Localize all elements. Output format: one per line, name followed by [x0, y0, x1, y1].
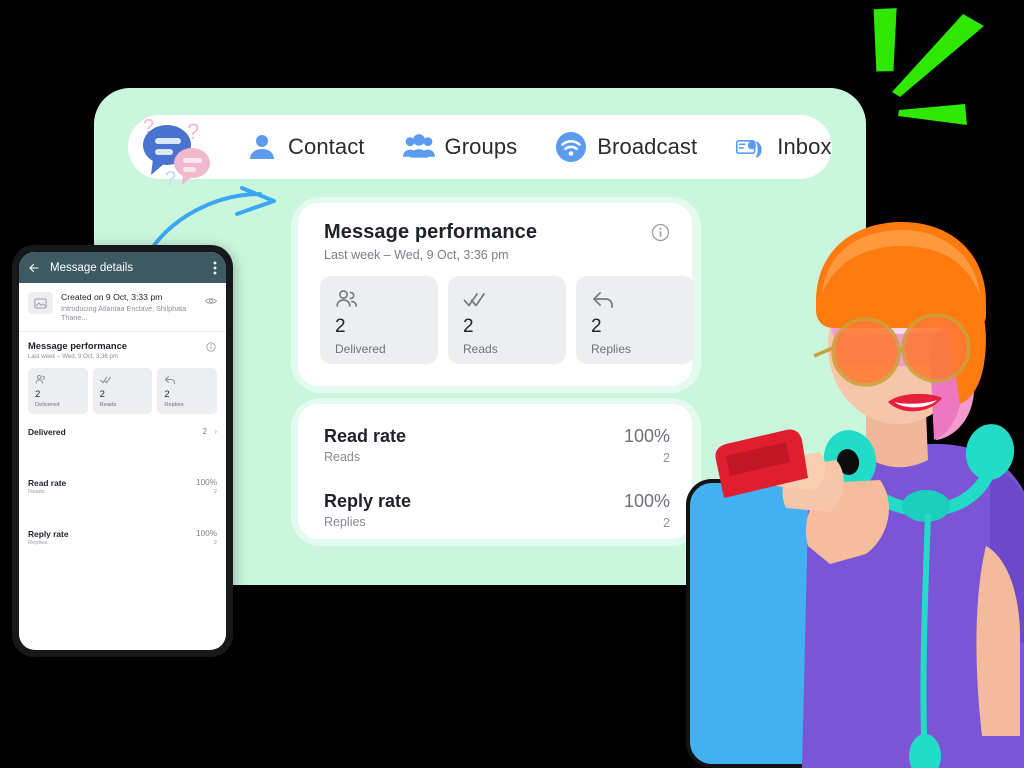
- nav-item-inbox[interactable]: Inbox: [735, 131, 831, 163]
- rate-sublabel: Reads: [324, 450, 361, 464]
- inbox-phone-icon: [736, 139, 762, 158]
- screenshot-stage: Contact Groups Broadcast Inbox ? ? ? Mes…: [0, 0, 1024, 768]
- phone-performance-title: Message performance: [28, 340, 128, 351]
- phone-performance-header: Message performance Last week – Wed, 9 O…: [19, 332, 226, 360]
- phone-stat-delivered[interactable]: 2 Delivered: [28, 368, 88, 414]
- broadcast-wifi-icon: [556, 132, 587, 162]
- phone-created-row[interactable]: Created on 9 Oct, 3:33 pm Introducing At…: [19, 283, 226, 332]
- person-icon: [250, 135, 274, 159]
- line-sublabel: Replies: [28, 540, 48, 546]
- person-photo: [715, 222, 1024, 768]
- stat-boxes: 2 Delivered 2 Reads 2 Replies: [320, 276, 694, 364]
- line-count: 2: [213, 540, 217, 546]
- nav-label-contact: Contact: [288, 134, 365, 159]
- performance-subtitle: Last week – Wed, 9 Oct, 3:36 pm: [324, 248, 509, 262]
- phone-stat-reads[interactable]: 2 Reads: [92, 368, 153, 414]
- message-performance-card: Message performance Last week – Wed, 9 O…: [298, 203, 694, 386]
- overflow-menu-icon[interactable]: [213, 261, 217, 275]
- people-icon: [35, 374, 45, 384]
- nav-label-broadcast: Broadcast: [597, 134, 698, 159]
- line-name: Reply rate: [28, 529, 69, 539]
- stat-box-delivered[interactable]: 2 Delivered: [320, 276, 438, 364]
- phone-performance-subtitle: Last week – Wed, 9 Oct, 3:36 pm: [28, 353, 118, 360]
- double-check-icon: [463, 293, 485, 307]
- phone-mockup: Message details Created on 9 Oct, 3:33 p…: [12, 245, 233, 657]
- info-icon[interactable]: [206, 342, 216, 352]
- stat-value: 2: [335, 316, 346, 337]
- double-check-icon: [99, 376, 111, 384]
- created-subtitle: Introducing Atlantaa Enclave, Shilphata …: [61, 304, 187, 322]
- rates-card: Read rate Reads 100% 2 Reply rate Replie…: [298, 404, 692, 539]
- phone-line-delivered[interactable]: Delivered 2 ›: [28, 420, 217, 461]
- reply-arrow-icon: [593, 292, 613, 308]
- line-name: Delivered: [28, 427, 66, 437]
- people-group-icon: [402, 134, 435, 158]
- phone-title: Message details: [50, 261, 134, 274]
- phone-stat-replies[interactable]: 2 Replies: [157, 368, 218, 414]
- phone-screen: Message details Created on 9 Oct, 3:33 p…: [19, 252, 226, 650]
- stat-label: Replies: [164, 402, 184, 408]
- line-value: 2: [202, 427, 207, 436]
- stat-value: 2: [164, 389, 170, 400]
- rate-percent: 100%: [623, 426, 670, 446]
- image-thumbnail-icon: [28, 292, 53, 314]
- rate-sublabel: Replies: [324, 515, 366, 529]
- rate-name: Reply rate: [324, 491, 412, 511]
- rate-count: 2: [663, 451, 670, 465]
- line-value: 100%: [196, 478, 217, 487]
- phone-line-reply-rate[interactable]: Reply rate Replies 100% 2: [28, 522, 217, 563]
- rate-percent: 100%: [623, 491, 670, 511]
- line-count: 2: [213, 489, 217, 495]
- reply-arrow-icon: [165, 375, 176, 385]
- created-title: Created on 9 Oct, 3:33 pm: [61, 292, 163, 302]
- line-sublabel: Reads: [28, 489, 45, 495]
- stat-label: Delivered: [335, 342, 386, 356]
- nav-items: Contact Groups Broadcast Inbox: [246, 131, 832, 163]
- back-arrow-icon[interactable]: [28, 262, 40, 274]
- stat-value: 2: [99, 389, 105, 400]
- people-icon: [336, 290, 358, 307]
- top-nav-bar: Contact Groups Broadcast Inbox: [128, 115, 832, 179]
- chevron-right-icon[interactable]: ›: [214, 427, 217, 436]
- page-title: Message performance: [324, 221, 538, 243]
- stat-label: Reads: [99, 402, 117, 408]
- stat-label: Replies: [591, 342, 632, 356]
- info-icon[interactable]: [651, 223, 670, 242]
- phone-app-bar: Message details: [19, 252, 226, 283]
- stat-label: Reads: [463, 342, 498, 356]
- stat-box-reads[interactable]: 2 Reads: [448, 276, 566, 364]
- stat-value: 2: [35, 389, 41, 400]
- nav-item-contact[interactable]: Contact: [246, 131, 365, 163]
- rate-count: 2: [663, 516, 670, 530]
- stat-value: 2: [463, 316, 474, 337]
- stat-value: 2: [591, 316, 602, 337]
- eye-icon[interactable]: [205, 295, 217, 307]
- line-name: Read rate: [28, 478, 67, 488]
- green-burst-icon: [873, 8, 984, 125]
- nav-item-broadcast[interactable]: Broadcast: [555, 131, 697, 163]
- nav-item-groups[interactable]: Groups: [402, 131, 518, 163]
- phone-stat-boxes: 2 Delivered 2 Reads 2 Replies: [19, 360, 226, 414]
- line-value: 100%: [196, 529, 217, 538]
- stat-box-replies[interactable]: 2 Replies: [576, 276, 694, 364]
- nav-label-groups: Groups: [444, 134, 518, 159]
- rate-name: Read rate: [324, 426, 407, 446]
- stat-label: Delivered: [35, 402, 60, 408]
- nav-label-inbox: Inbox: [777, 134, 832, 159]
- phone-line-read-rate[interactable]: Read rate Reads 100% 2: [28, 471, 217, 512]
